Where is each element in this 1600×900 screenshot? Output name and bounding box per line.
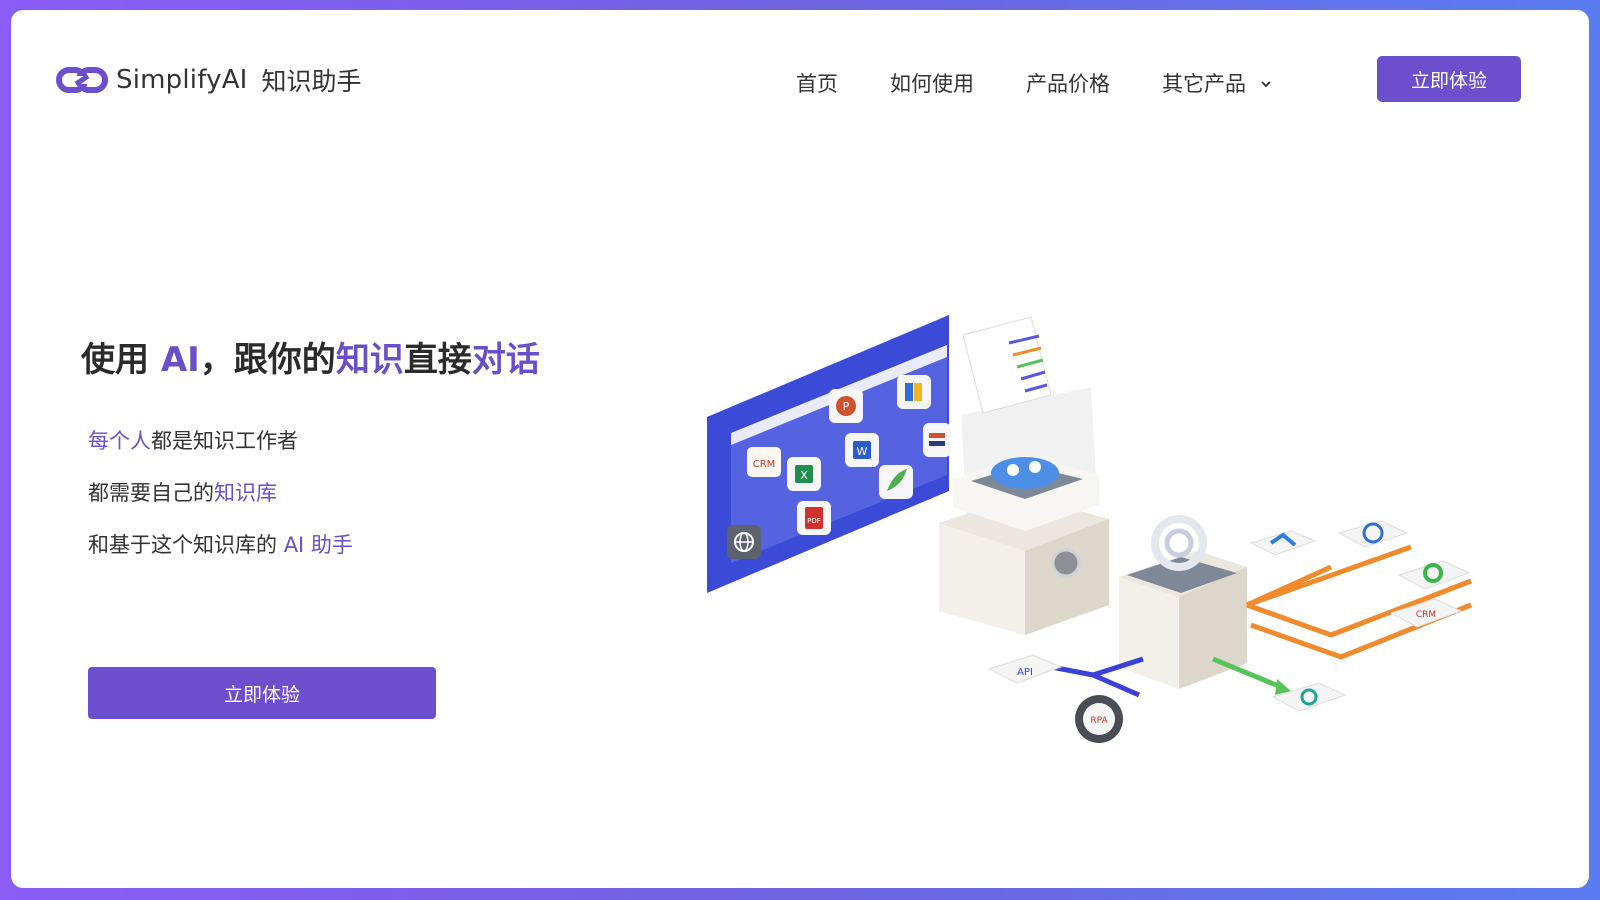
green-arrow xyxy=(1212,656,1347,712)
svg-text:PDF: PDF xyxy=(807,517,821,525)
svg-text:X: X xyxy=(800,469,808,482)
crm-output-icon: CRM xyxy=(1389,598,1463,628)
excel-app-icon: X xyxy=(787,457,821,491)
svg-text:CRM: CRM xyxy=(1416,610,1436,620)
ring-app-icon xyxy=(1337,520,1409,548)
tagline-text: 都是知识工作者 xyxy=(151,429,298,453)
robot-machine xyxy=(939,455,1109,635)
globe-app-icon xyxy=(727,525,761,559)
tagline-line-1: 每个人都是知识工作者 xyxy=(88,423,353,475)
nav-how-to-use[interactable]: 如何使用 xyxy=(890,66,974,102)
hero-title-highlight: 知识 xyxy=(335,340,404,380)
stack-app-icon xyxy=(923,423,951,457)
tagline-text: 都需要自己的 xyxy=(88,481,214,505)
output-app-tiles: CRM xyxy=(1249,520,1471,628)
blue-arrows xyxy=(1040,656,1144,698)
tagline-line-3: 和基于这个知识库的 AI 助手 xyxy=(88,527,353,579)
svg-text:RPA: RPA xyxy=(1090,716,1108,726)
book-app-icon xyxy=(897,375,931,409)
nav-other-products[interactable]: 其它产品 xyxy=(1162,66,1272,102)
powerpoint-app-icon: P xyxy=(829,389,863,423)
hero-tagline: 每个人都是知识工作者 都需要自己的知识库 和基于这个知识库的 AI 助手 xyxy=(88,423,353,579)
tagline-highlight: 知识库 xyxy=(214,481,277,505)
nav-pricing[interactable]: 产品价格 xyxy=(1026,66,1110,102)
logo[interactable]: SimplifyAI 知识助手 xyxy=(56,62,362,98)
page-frame: SimplifyAI 知识助手 首页 如何使用 产品价格 其它产品 立即体验 使… xyxy=(11,10,1589,888)
main-nav: 首页 如何使用 产品价格 其它产品 xyxy=(796,66,1272,102)
hero-title-highlight: 对话 xyxy=(471,340,540,380)
feather-app-icon xyxy=(879,465,913,499)
try-now-hero-button[interactable]: 立即体验 xyxy=(88,667,436,719)
logo-link-icon xyxy=(56,67,108,93)
hero-title-part: 使用 xyxy=(81,340,161,380)
word-app-icon: W xyxy=(845,433,879,467)
chevron-down-icon xyxy=(1261,81,1271,88)
hero-title-part: 直接 xyxy=(403,340,472,380)
hero-title-part: ，跟你的 xyxy=(199,340,336,380)
hero-title: 使用 AI，跟你的知识直接对话 xyxy=(81,332,540,381)
tagline-highlight: 每个人 xyxy=(88,429,151,453)
brand-name: SimplifyAI xyxy=(116,65,248,95)
pdf-app-icon: PDF xyxy=(797,501,831,535)
svg-text:W: W xyxy=(857,445,868,458)
bird-app-icon xyxy=(1249,530,1317,556)
crm-app-icon: CRM xyxy=(747,447,781,477)
api-icon: API xyxy=(987,654,1063,684)
nav-other-products-label: 其它产品 xyxy=(1162,72,1246,96)
rpa-gear-icon: RPA xyxy=(1075,695,1123,743)
nav-home[interactable]: 首页 xyxy=(796,66,838,102)
product-name: 知识助手 xyxy=(261,67,362,96)
tagline-line-2: 都需要自己的知识库 xyxy=(88,475,353,527)
hero-title-highlight: AI xyxy=(160,340,200,380)
hero-illustration: CRM X P W PDF CRM API RPA xyxy=(707,315,1472,743)
tagline-text: 和基于这个知识库的 xyxy=(88,533,284,557)
try-now-header-button[interactable]: 立即体验 xyxy=(1377,56,1521,102)
svg-text:P: P xyxy=(843,400,850,413)
svg-text:API: API xyxy=(1017,667,1033,678)
tagline-highlight: AI 助手 xyxy=(283,533,353,557)
svg-text:CRM: CRM xyxy=(753,459,776,470)
